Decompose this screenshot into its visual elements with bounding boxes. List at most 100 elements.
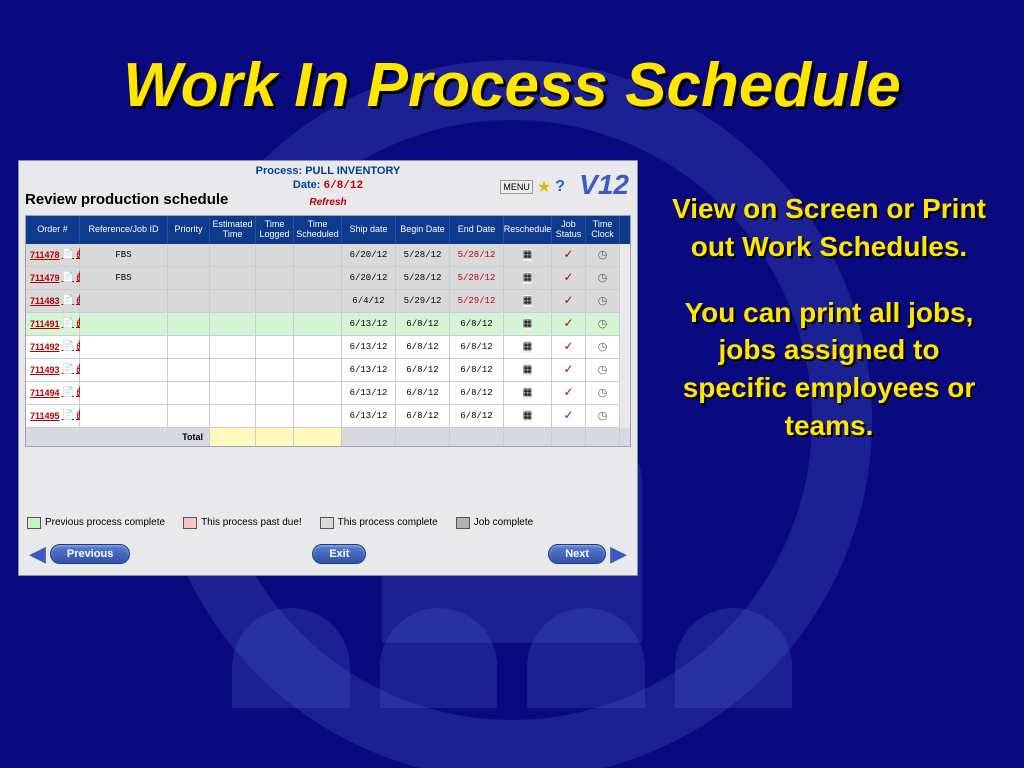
clock-cell[interactable]: ◷	[586, 290, 620, 313]
time-scheduled-cell[interactable]	[294, 382, 342, 405]
col-begin-date[interactable]: Begin Date	[396, 216, 450, 244]
col-reschedule[interactable]: Reschedule	[504, 216, 552, 244]
status-cell[interactable]: ✓	[552, 382, 586, 405]
priority-cell[interactable]	[168, 290, 210, 313]
menu-icon[interactable]: MENU	[500, 180, 533, 194]
note-icon[interactable]: 📄	[62, 318, 74, 329]
order-cell[interactable]: 711491📄🖨	[26, 313, 80, 336]
est-time-cell[interactable]	[210, 267, 256, 290]
order-cell[interactable]: 711478📄🖨	[26, 244, 80, 267]
time-scheduled-cell[interactable]	[294, 267, 342, 290]
est-time-cell[interactable]	[210, 359, 256, 382]
order-cell[interactable]: 711479📄🖨	[26, 267, 80, 290]
reschedule-icon[interactable]: ▦	[523, 295, 532, 307]
reschedule-icon[interactable]: ▦	[523, 387, 532, 399]
reschedule-cell[interactable]: ▦	[504, 313, 552, 336]
note-icon[interactable]: 📄	[62, 249, 74, 260]
clock-icon[interactable]: ◷	[598, 386, 608, 400]
clock-cell[interactable]: ◷	[586, 405, 620, 428]
clock-icon[interactable]: ◷	[598, 409, 608, 423]
reschedule-cell[interactable]: ▦	[504, 359, 552, 382]
reschedule-icon[interactable]: ▦	[523, 318, 532, 330]
previous-button[interactable]: Previous	[50, 544, 130, 564]
priority-cell[interactable]	[168, 359, 210, 382]
col-job-status[interactable]: Job Status	[552, 216, 586, 244]
time-scheduled-cell[interactable]	[294, 313, 342, 336]
status-cell[interactable]: ✓	[552, 313, 586, 336]
order-cell[interactable]: 711492📄🖨	[26, 336, 80, 359]
reschedule-cell[interactable]: ▦	[504, 336, 552, 359]
col-end-date[interactable]: End Date	[450, 216, 504, 244]
est-time-cell[interactable]	[210, 382, 256, 405]
col-time-clock[interactable]: Time Clock	[586, 216, 620, 244]
status-cell[interactable]: ✓	[552, 405, 586, 428]
reschedule-icon[interactable]: ▦	[523, 341, 532, 353]
col-reference[interactable]: Reference/Job ID	[80, 216, 168, 244]
est-time-cell[interactable]	[210, 313, 256, 336]
reschedule-cell[interactable]: ▦	[504, 382, 552, 405]
est-time-cell[interactable]	[210, 290, 256, 313]
col-time-scheduled[interactable]: Time Scheduled	[294, 216, 342, 244]
col-time-logged[interactable]: Time Logged	[256, 216, 294, 244]
note-icon[interactable]: 📄	[62, 272, 74, 283]
time-scheduled-cell[interactable]	[294, 290, 342, 313]
exit-button[interactable]: Exit	[312, 544, 366, 564]
reschedule-cell[interactable]: ▦	[504, 244, 552, 267]
reschedule-icon[interactable]: ▦	[523, 410, 532, 422]
status-cell[interactable]: ✓	[552, 267, 586, 290]
note-icon[interactable]: 📄	[62, 410, 74, 421]
time-scheduled-cell[interactable]	[294, 405, 342, 428]
reschedule-cell[interactable]: ▦	[504, 267, 552, 290]
order-cell[interactable]: 711495📄🖨	[26, 405, 80, 428]
time-scheduled-cell[interactable]	[294, 336, 342, 359]
refresh-link[interactable]: Refresh	[309, 197, 346, 208]
est-time-cell[interactable]	[210, 244, 256, 267]
clock-icon[interactable]: ◷	[598, 363, 608, 377]
clock-icon[interactable]: ◷	[598, 271, 608, 285]
help-icon[interactable]: ?	[555, 178, 565, 196]
clock-cell[interactable]: ◷	[586, 382, 620, 405]
clock-icon[interactable]: ◷	[598, 340, 608, 354]
time-logged-cell	[256, 405, 294, 428]
col-ship-date[interactable]: Ship date	[342, 216, 396, 244]
order-cell[interactable]: 711494📄🖨	[26, 382, 80, 405]
priority-cell[interactable]	[168, 382, 210, 405]
note-icon[interactable]: 📄	[62, 364, 74, 375]
status-cell[interactable]: ✓	[552, 336, 586, 359]
time-scheduled-cell[interactable]	[294, 359, 342, 382]
clock-icon[interactable]: ◷	[598, 248, 608, 262]
status-cell[interactable]: ✓	[552, 244, 586, 267]
priority-cell[interactable]	[168, 405, 210, 428]
est-time-cell[interactable]	[210, 405, 256, 428]
reschedule-icon[interactable]: ▦	[523, 364, 532, 376]
priority-cell[interactable]	[168, 336, 210, 359]
reschedule-icon[interactable]: ▦	[523, 272, 532, 284]
note-icon[interactable]: 📄	[62, 387, 74, 398]
col-est-time[interactable]: Estimated Time	[210, 216, 256, 244]
note-icon[interactable]: 📄	[62, 341, 74, 352]
clock-cell[interactable]: ◷	[586, 244, 620, 267]
clock-cell[interactable]: ◷	[586, 313, 620, 336]
time-scheduled-cell[interactable]	[294, 244, 342, 267]
clock-cell[interactable]: ◷	[586, 336, 620, 359]
clock-cell[interactable]: ◷	[586, 267, 620, 290]
est-time-cell[interactable]	[210, 336, 256, 359]
status-cell[interactable]: ✓	[552, 359, 586, 382]
reschedule-cell[interactable]: ▦	[504, 290, 552, 313]
clock-cell[interactable]: ◷	[586, 359, 620, 382]
col-priority[interactable]: Priority	[168, 216, 210, 244]
clock-icon[interactable]: ◷	[598, 294, 608, 308]
priority-cell[interactable]	[168, 313, 210, 336]
priority-cell[interactable]	[168, 267, 210, 290]
status-cell[interactable]: ✓	[552, 290, 586, 313]
star-icon[interactable]: ★	[537, 177, 551, 197]
order-cell[interactable]: 711493📄🖨	[26, 359, 80, 382]
order-cell[interactable]: 711483📄🖨	[26, 290, 80, 313]
col-order[interactable]: Order #	[26, 216, 80, 244]
note-icon[interactable]: 📄	[62, 295, 74, 306]
reschedule-cell[interactable]: ▦	[504, 405, 552, 428]
priority-cell[interactable]	[168, 244, 210, 267]
reschedule-icon[interactable]: ▦	[523, 249, 532, 261]
next-button[interactable]: Next	[548, 544, 606, 564]
clock-icon[interactable]: ◷	[598, 317, 608, 331]
